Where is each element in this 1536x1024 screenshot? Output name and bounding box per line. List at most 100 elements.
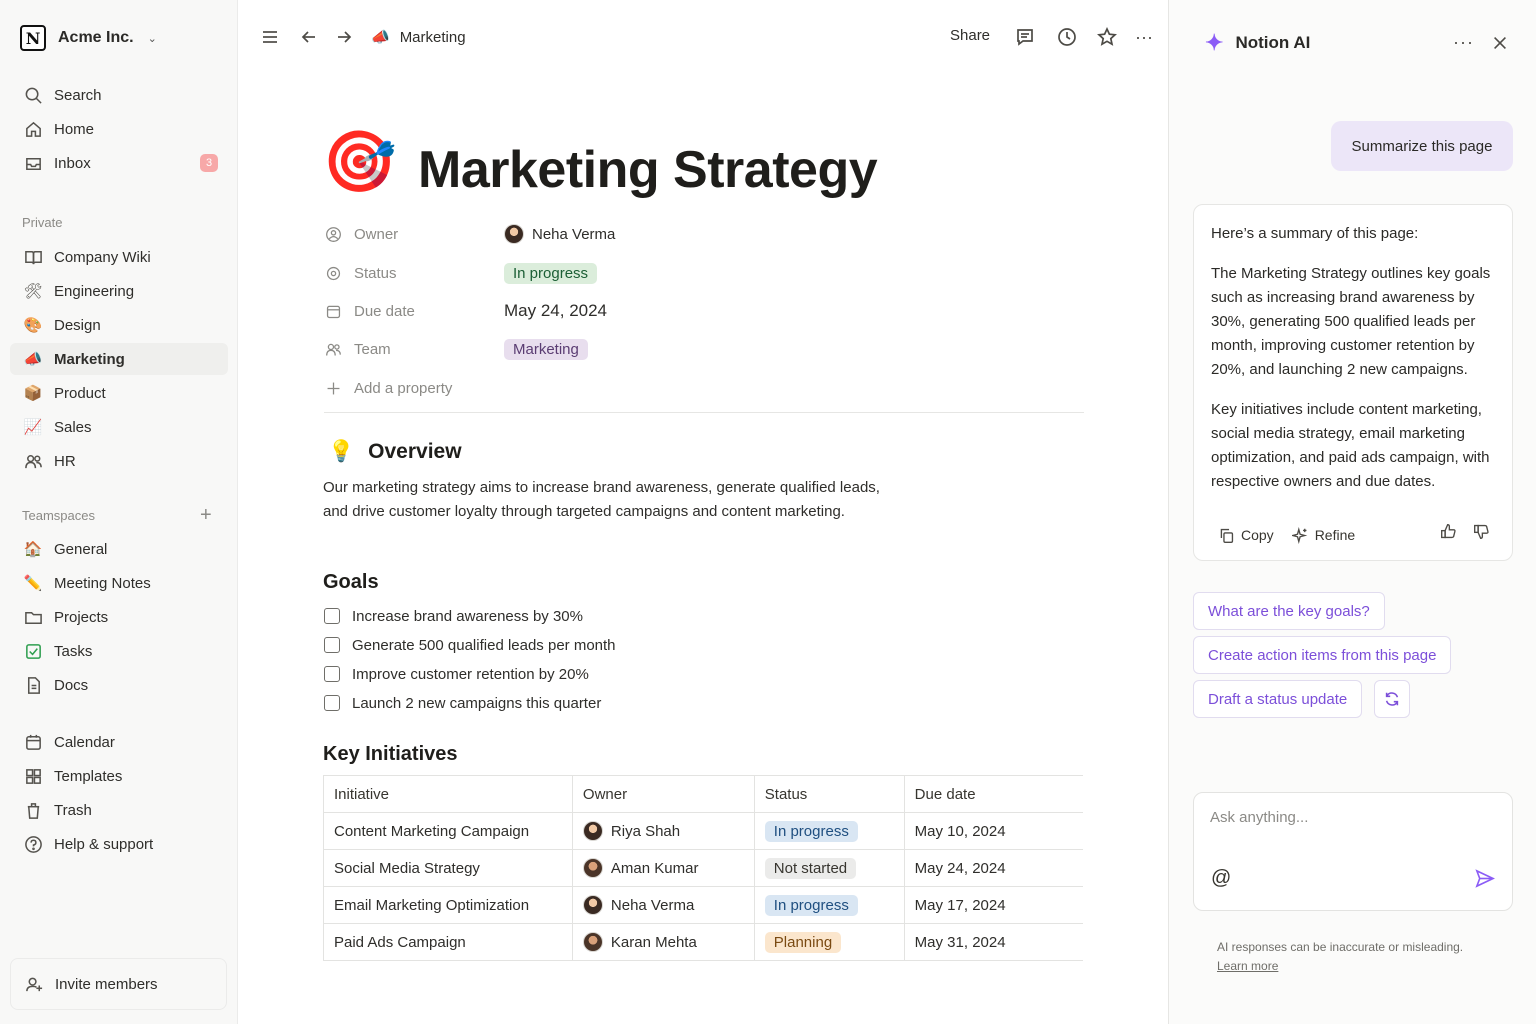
sidebar-item-general[interactable]: 🏠 General bbox=[10, 533, 228, 565]
property-owner[interactable]: Owner Neha Verma bbox=[324, 220, 615, 248]
add-teamspace-icon[interactable]: + bbox=[200, 505, 212, 525]
sidebar-item-templates[interactable]: Templates bbox=[10, 760, 228, 792]
ask-ai-input[interactable] bbox=[1210, 809, 1490, 826]
checkbox[interactable] bbox=[324, 666, 340, 682]
due-date-cell[interactable]: May 10, 2024 bbox=[903, 812, 1083, 850]
workspace-switcher[interactable]: N Acme Inc. ⌄ bbox=[20, 24, 157, 52]
table-row[interactable]: Content Marketing Campaign Riya Shah In … bbox=[323, 812, 1083, 850]
mention-at-icon[interactable]: @ bbox=[1211, 867, 1231, 890]
refine-button[interactable]: Refine bbox=[1291, 523, 1355, 547]
checkbox[interactable] bbox=[324, 608, 340, 624]
table-row[interactable]: Paid Ads Campaign Karan Mehta Planning M… bbox=[323, 923, 1083, 961]
owner-value[interactable]: Neha Verma bbox=[504, 224, 615, 244]
initiative-cell[interactable]: Social Media Strategy bbox=[323, 849, 573, 887]
status-badge: Planning bbox=[764, 931, 842, 953]
sidebar-item-help[interactable]: Help & support bbox=[10, 828, 228, 860]
sidebar-item-label: General bbox=[54, 540, 108, 558]
status-badge[interactable]: In progress bbox=[504, 262, 598, 284]
sidebar-item-home[interactable]: Home bbox=[10, 113, 228, 145]
history-clock-icon[interactable] bbox=[1056, 26, 1078, 48]
sidebar-item-meeting-notes[interactable]: ✏️ Meeting Notes bbox=[10, 567, 228, 599]
goal-item[interactable]: Increase brand awareness by 30% bbox=[324, 605, 583, 627]
status-badge: Not started bbox=[764, 857, 857, 879]
thumbs-down-icon[interactable] bbox=[1473, 523, 1490, 540]
private-section-label: Private bbox=[22, 215, 63, 230]
sidebar-item-design[interactable]: 🎨 Design bbox=[10, 309, 228, 341]
target-page-icon[interactable]: 🎯 bbox=[322, 132, 397, 192]
forward-arrow-icon[interactable] bbox=[333, 26, 355, 48]
more-options-icon[interactable]: ··· bbox=[1133, 26, 1155, 48]
refresh-suggestions-button[interactable] bbox=[1374, 680, 1410, 718]
sidebar-item-company-wiki[interactable]: Company Wiki bbox=[10, 241, 228, 273]
learn-more-link[interactable]: Learn more bbox=[1217, 959, 1278, 973]
column-header[interactable]: Owner bbox=[571, 775, 755, 813]
add-property-button[interactable]: Add a property bbox=[324, 374, 504, 402]
copy-button[interactable]: Copy bbox=[1218, 523, 1274, 547]
column-header[interactable]: Initiative bbox=[323, 775, 573, 813]
owner-cell[interactable]: Karan Mehta bbox=[571, 923, 755, 961]
owner-cell[interactable]: Aman Kumar bbox=[571, 849, 755, 887]
owner-cell[interactable]: Riya Shah bbox=[571, 812, 755, 850]
initiative-cell[interactable]: Paid Ads Campaign bbox=[323, 923, 573, 961]
due-date-value[interactable]: May 24, 2024 bbox=[504, 301, 607, 321]
overview-paragraph[interactable]: Our marketing strategy aims to increase … bbox=[323, 476, 883, 524]
close-icon[interactable] bbox=[1491, 34, 1511, 54]
property-label: Status bbox=[354, 264, 397, 282]
suggestion-status-update[interactable]: Draft a status update bbox=[1193, 680, 1363, 718]
back-arrow-icon[interactable] bbox=[298, 26, 320, 48]
thumbs-up-icon[interactable] bbox=[1440, 523, 1457, 540]
due-date-cell[interactable]: May 24, 2024 bbox=[903, 849, 1083, 887]
checkbox[interactable] bbox=[324, 695, 340, 711]
checkbox[interactable] bbox=[324, 637, 340, 653]
breadcrumb[interactable]: 📣 Marketing bbox=[371, 26, 466, 48]
team-tag[interactable]: Marketing bbox=[504, 338, 588, 360]
sidebar-item-engineering[interactable]: 🛠 Engineering bbox=[10, 275, 228, 307]
goal-item[interactable]: Improve customer retention by 20% bbox=[324, 663, 589, 685]
sidebar-item-marketing[interactable]: 📣 Marketing bbox=[10, 343, 228, 375]
user-message-bubble: Summarize this page bbox=[1331, 121, 1513, 171]
send-icon[interactable] bbox=[1474, 868, 1496, 890]
column-header[interactable]: Due date bbox=[903, 775, 1083, 813]
sidebar-item-inbox[interactable]: Inbox 3 bbox=[10, 147, 228, 179]
property-team[interactable]: Team Marketing bbox=[324, 335, 588, 363]
status-cell[interactable]: Not started bbox=[753, 849, 905, 887]
sidebar-item-label: Trash bbox=[54, 801, 92, 819]
suggestion-key-goals[interactable]: What are the key goals? bbox=[1193, 592, 1385, 630]
sidebar-item-trash[interactable]: Trash bbox=[10, 794, 228, 826]
suggestion-action-items[interactable]: Create action items from this page bbox=[1193, 636, 1452, 674]
owner-cell[interactable]: Neha Verma bbox=[571, 886, 755, 924]
sidebar-item-label: Product bbox=[54, 384, 106, 402]
sidebar-item-docs[interactable]: Docs bbox=[10, 669, 228, 701]
sidebar-item-search[interactable]: Search bbox=[10, 79, 228, 111]
sidebar-item-hr[interactable]: HR bbox=[10, 445, 228, 477]
tools-icon: 🛠 bbox=[23, 283, 43, 300]
due-date-cell[interactable]: May 31, 2024 bbox=[903, 923, 1083, 961]
menu-icon[interactable] bbox=[259, 26, 281, 48]
sidebar-item-sales[interactable]: 📈 Sales bbox=[10, 411, 228, 443]
due-date-cell[interactable]: May 17, 2024 bbox=[903, 886, 1083, 924]
more-options-icon[interactable]: ··· bbox=[1453, 32, 1474, 53]
initiative-cell[interactable]: Content Marketing Campaign bbox=[323, 812, 573, 850]
table-row[interactable]: Social Media Strategy Aman Kumar Not sta… bbox=[323, 849, 1083, 887]
table-row[interactable]: Email Marketing Optimization Neha Verma … bbox=[323, 886, 1083, 924]
response-paragraph: Key initiatives include content marketin… bbox=[1211, 401, 1490, 490]
share-button[interactable]: Share bbox=[950, 27, 990, 44]
goal-item[interactable]: Launch 2 new campaigns this quarter bbox=[324, 692, 601, 714]
star-icon[interactable] bbox=[1096, 26, 1118, 48]
column-header[interactable]: Status bbox=[753, 775, 905, 813]
status-cell[interactable]: Planning bbox=[753, 923, 905, 961]
sidebar-item-projects[interactable]: Projects bbox=[10, 601, 228, 633]
sidebar-item-tasks[interactable]: Tasks bbox=[10, 635, 228, 667]
response-actions: Copy Refine bbox=[1218, 523, 1355, 547]
property-status[interactable]: Status In progress bbox=[324, 259, 598, 287]
sidebar-item-product[interactable]: 📦 Product bbox=[10, 377, 228, 409]
status-cell[interactable]: In progress bbox=[753, 886, 905, 924]
property-due-date[interactable]: Due date May 24, 2024 bbox=[324, 297, 607, 325]
initiative-cell[interactable]: Email Marketing Optimization bbox=[323, 886, 573, 924]
comments-icon[interactable] bbox=[1014, 26, 1036, 48]
goal-item[interactable]: Generate 500 qualified leads per month bbox=[324, 634, 616, 656]
invite-members-button[interactable]: Invite members bbox=[10, 958, 227, 1010]
page-title[interactable]: Marketing Strategy bbox=[418, 140, 878, 200]
sidebar-item-calendar[interactable]: Calendar bbox=[10, 726, 228, 758]
status-cell[interactable]: In progress bbox=[753, 812, 905, 850]
